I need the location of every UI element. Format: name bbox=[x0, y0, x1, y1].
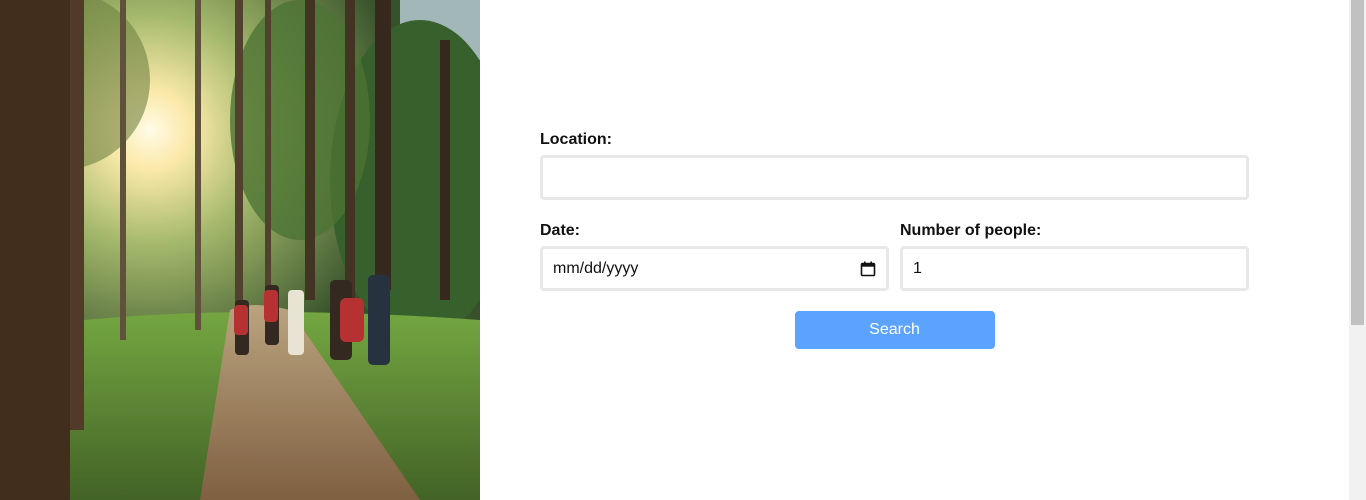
date-label: Date: bbox=[540, 222, 581, 239]
calendar-icon[interactable] bbox=[860, 261, 876, 277]
date-placeholder: mm/dd/yyyy bbox=[553, 259, 639, 277]
booking-form: Location: Date: mm/dd/yyyy Number of peo… bbox=[540, 131, 1249, 349]
search-button[interactable]: Search bbox=[794, 311, 995, 349]
location-input[interactable] bbox=[540, 155, 1249, 200]
location-label: Location: bbox=[540, 131, 612, 148]
people-value: 1 bbox=[913, 259, 922, 277]
people-input[interactable]: 1 bbox=[900, 246, 1249, 291]
page: Location: Date: mm/dd/yyyy Number of peo… bbox=[0, 0, 1366, 500]
date-input[interactable]: mm/dd/yyyy bbox=[540, 246, 889, 291]
forest-hikers-image bbox=[0, 0, 480, 500]
hero-image bbox=[0, 0, 480, 500]
scrollbar-thumb[interactable] bbox=[1351, 0, 1364, 325]
people-label: Number of people: bbox=[900, 222, 1042, 239]
vertical-scrollbar[interactable] bbox=[1349, 0, 1366, 500]
